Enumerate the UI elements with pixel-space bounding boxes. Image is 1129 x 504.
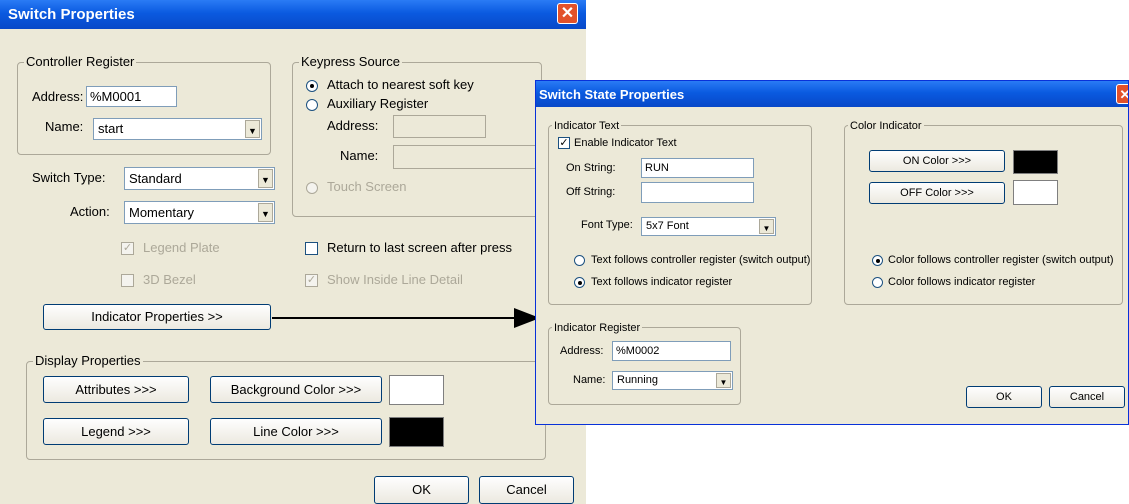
line-color-button[interactable]: Line Color >>> (210, 418, 382, 445)
ok-button[interactable]: OK (966, 386, 1042, 408)
ok-button[interactable]: OK (374, 476, 469, 504)
auxiliary-register-radio[interactable] (306, 99, 318, 111)
dialog-title: Switch Properties (8, 6, 135, 23)
background-color-button[interactable]: Background Color >>> (210, 376, 382, 403)
aux-name-input (393, 145, 542, 169)
chevron-down-icon[interactable]: ▼ (258, 203, 273, 222)
close-icon[interactable]: ✕ (1116, 84, 1128, 104)
group-legend: Display Properties (33, 353, 143, 368)
indicator-name-label: Name: (573, 374, 606, 386)
controller-register-group: Controller Register (17, 55, 271, 155)
action-label: Action: (70, 204, 110, 219)
off-color-button[interactable]: OFF Color >>> (869, 182, 1005, 204)
legend-button[interactable]: Legend >>> (43, 418, 189, 445)
background-color-swatch[interactable] (389, 375, 444, 405)
switch-properties-dialog: Switch Properties ✕ Controller Register … (0, 0, 586, 504)
name-select[interactable]: start ▼ (93, 118, 262, 140)
connector-arrow-icon (272, 308, 540, 328)
font-type-value: 5x7 Font (646, 220, 689, 232)
inside-line-detail-checkbox: ✓ (305, 274, 318, 287)
aux-address-input (393, 115, 486, 138)
dialog-title: Switch State Properties (539, 87, 685, 102)
touch-screen-label: Touch Screen (327, 179, 407, 194)
legend-plate-label: Legend Plate (143, 240, 220, 255)
aux-address-label: Address: (327, 118, 379, 133)
switch-type-value: Standard (129, 171, 182, 186)
3d-bezel-label: 3D Bezel (143, 272, 196, 287)
name-label: Name: (45, 119, 84, 134)
color-follows-controller-radio[interactable] (872, 255, 883, 266)
indicator-address-input[interactable]: %M0002 (612, 341, 731, 361)
switch-type-select[interactable]: Standard ▼ (124, 167, 275, 190)
font-type-label: Font Type: (581, 219, 633, 231)
group-legend: Keypress Source (299, 54, 402, 69)
text-follows-indicator-label[interactable]: Text follows indicator register (591, 274, 732, 290)
name-select-value: start (98, 121, 124, 136)
auxiliary-register-label[interactable]: Auxiliary Register (327, 96, 428, 112)
attributes-button[interactable]: Attributes >>> (43, 376, 189, 403)
text-follows-controller-label[interactable]: Text follows controller register (switch… (591, 252, 810, 268)
indicator-properties-button[interactable]: Indicator Properties >> (43, 304, 271, 330)
chevron-down-icon[interactable]: ▼ (716, 373, 731, 388)
chevron-down-icon[interactable]: ▼ (245, 120, 260, 138)
action-select[interactable]: Momentary ▼ (124, 201, 275, 224)
attach-soft-key-label[interactable]: Attach to nearest soft key (327, 77, 474, 93)
action-value: Momentary (129, 205, 195, 220)
color-follows-controller-label[interactable]: Color follows controller register (switc… (888, 252, 1114, 268)
indicator-address-label: Address: (560, 345, 604, 357)
group-legend: Controller Register (24, 54, 137, 69)
legend-plate-checkbox: ✓ (121, 242, 134, 255)
address-input[interactable]: %M0001 (86, 86, 177, 107)
title-bar[interactable]: Switch State Properties ✕ (536, 81, 1128, 107)
inside-line-detail-label: Show Inside Line Detail (327, 272, 463, 287)
title-bar[interactable]: Switch Properties ✕ (0, 0, 586, 29)
off-color-swatch[interactable] (1013, 180, 1058, 205)
group-legend: Color Indicator (848, 119, 924, 133)
group-legend: Indicator Text (552, 119, 622, 133)
text-follows-controller-radio[interactable] (574, 255, 585, 266)
on-string-input[interactable]: RUN (641, 158, 754, 178)
3d-bezel-checkbox (121, 274, 134, 287)
close-icon[interactable]: ✕ (557, 3, 578, 24)
address-label: Address: (32, 89, 84, 104)
chevron-down-icon[interactable]: ▼ (258, 169, 273, 188)
color-follows-indicator-radio[interactable] (872, 277, 883, 288)
off-string-input[interactable] (641, 182, 754, 203)
line-color-swatch[interactable] (389, 417, 444, 447)
font-type-select[interactable]: 5x7 Font ▼ (641, 217, 776, 236)
on-string-label: On String: (566, 162, 616, 174)
indicator-name-select[interactable]: Running ▼ (612, 371, 733, 390)
chevron-down-icon[interactable]: ▼ (759, 219, 774, 234)
text-follows-indicator-radio[interactable] (574, 277, 585, 288)
return-last-screen-checkbox[interactable] (305, 242, 318, 255)
switch-state-properties-dialog: Switch State Properties ✕ Indicator Text… (535, 80, 1129, 425)
attach-soft-key-radio[interactable] (306, 80, 318, 92)
color-follows-indicator-label[interactable]: Color follows indicator register (888, 274, 1035, 290)
enable-indicator-text-label[interactable]: Enable Indicator Text (574, 135, 677, 151)
switch-type-label: Switch Type: (32, 170, 106, 185)
indicator-name-value: Running (617, 374, 658, 386)
indicator-register-group: Indicator Register (548, 321, 741, 405)
enable-indicator-text-checkbox[interactable]: ✓ (558, 137, 570, 149)
on-color-swatch[interactable] (1013, 150, 1058, 174)
aux-name-label: Name: (340, 148, 379, 163)
cancel-button[interactable]: Cancel (479, 476, 574, 504)
group-legend: Indicator Register (552, 321, 643, 335)
return-last-screen-label[interactable]: Return to last screen after press (327, 240, 512, 256)
touch-screen-radio (306, 182, 318, 194)
on-color-button[interactable]: ON Color >>> (869, 150, 1005, 172)
off-string-label: Off String: (566, 186, 616, 198)
cancel-button[interactable]: Cancel (1049, 386, 1125, 408)
